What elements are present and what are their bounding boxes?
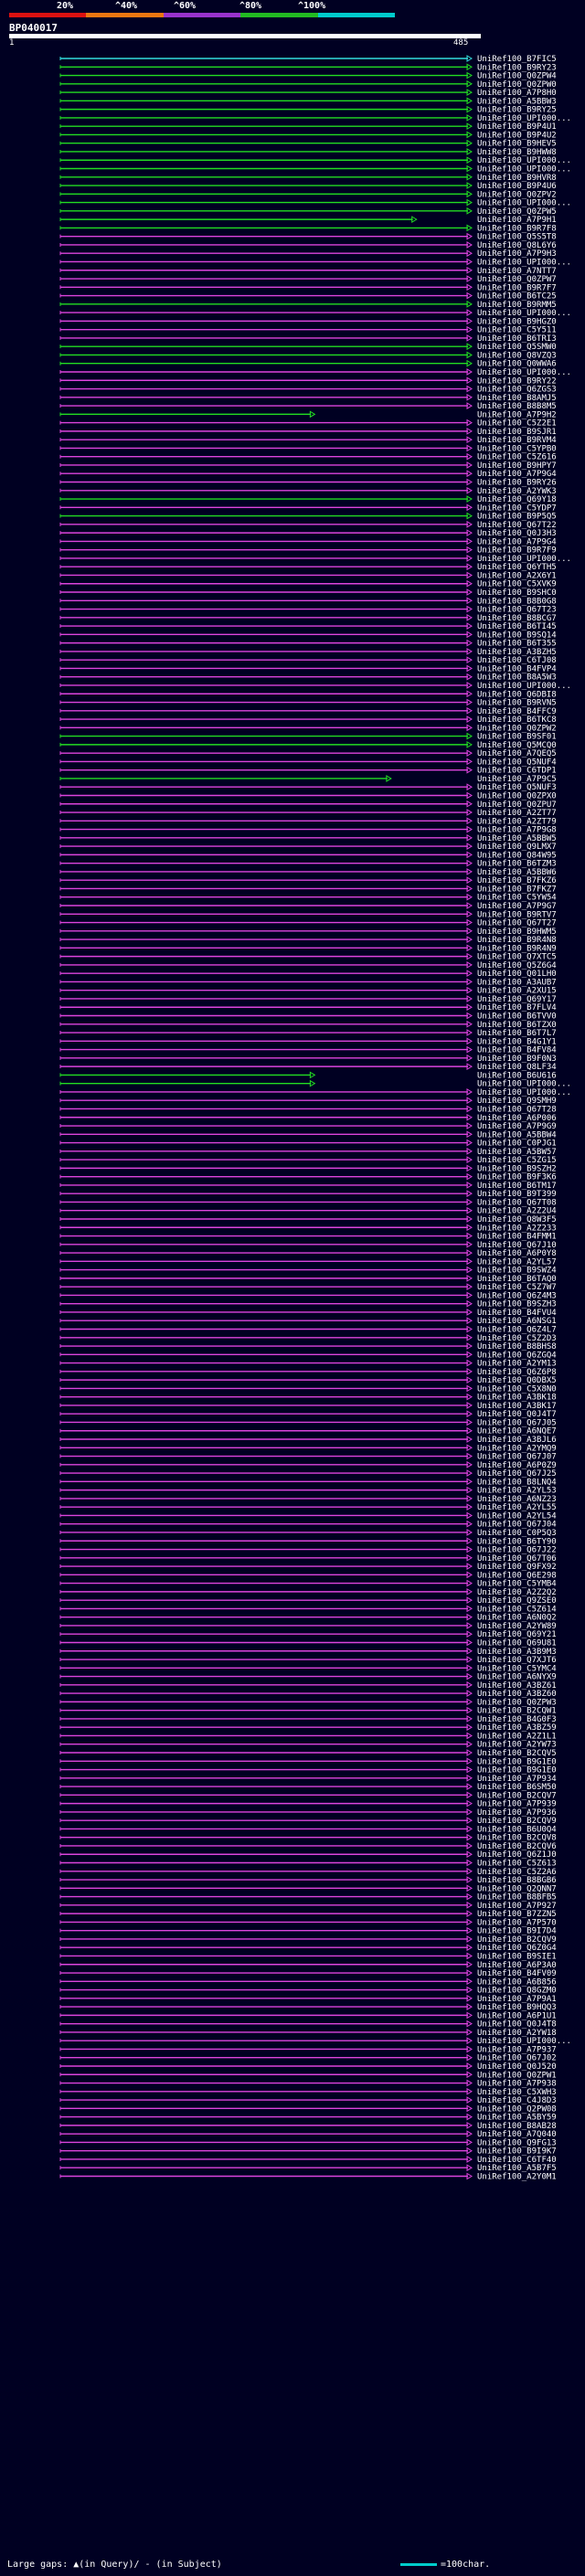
large-gaps-legend: Large gaps: ▲(in Query)/ - (in Subject) xyxy=(7,2560,222,2570)
hit-alignment-map: UniRef100_B7FIC5UniRef100_B9RY23UniRef10… xyxy=(59,55,571,2182)
hit-id-label[interactable]: UniRef100_A2Y0M1 xyxy=(477,2173,557,2182)
scale-legend-swatch xyxy=(400,2562,437,2566)
scale-legend: =100char. xyxy=(400,2560,490,2570)
scale-legend-label: =100char. xyxy=(441,2560,491,2570)
